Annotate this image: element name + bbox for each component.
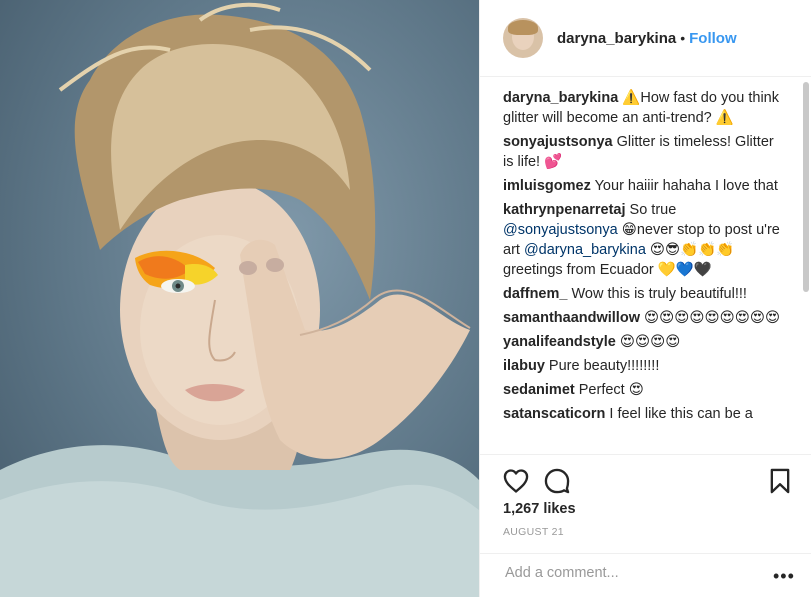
comment-username[interactable]: sedanimet — [503, 382, 575, 398]
comments-list: daryna_barykina ⚠️How fast do you think … — [503, 88, 786, 454]
photo-illustration — [0, 2, 479, 597]
comment-username[interactable]: yanalifeandstyle — [503, 334, 616, 350]
post-photo[interactable] — [0, 0, 479, 597]
comment-item: sonyajustsonya Glitter is timeless! Glit… — [503, 132, 786, 172]
bookmark-icon[interactable] — [766, 467, 794, 495]
comment-text: Perfect 😍 — [574, 382, 644, 398]
comments-scrollbar[interactable] — [803, 78, 809, 454]
comment-text: 😍😍😍😍 — [615, 334, 681, 350]
separator-dot: • — [680, 30, 686, 46]
add-comment-input[interactable] — [503, 564, 767, 582]
scrollbar-thumb[interactable] — [803, 82, 809, 292]
comment-text: I feel like this can be a — [605, 406, 753, 422]
comment-text: Your haiiir hahaha I love that — [590, 178, 778, 194]
comment-username[interactable]: daryna_barykina — [503, 90, 618, 106]
comment-item: daffnem_ Wow this is truly beautiful!!! — [503, 284, 786, 304]
heart-icon[interactable] — [502, 467, 530, 495]
comment-text: 😍😍😍😍😍😍😍😍😍 — [639, 310, 781, 326]
comment-item: satanscaticorn I feel like this can be a — [503, 404, 786, 424]
comment-username[interactable]: samanthaandwillow — [503, 310, 640, 326]
follow-button[interactable]: Follow — [689, 30, 737, 47]
post-actions: 1,267 likes AUGUST 21 ••• — [480, 454, 811, 598]
comment-composer: ••• — [480, 553, 811, 599]
comment-username[interactable]: imluisgomez — [503, 178, 591, 194]
comment-username[interactable]: kathrynpenarretaj — [503, 202, 626, 218]
comment-item: kathrynpenarretaj So true @sonyajustsony… — [503, 200, 786, 280]
mention-link[interactable]: @daryna_barykina — [524, 242, 646, 258]
comment-text: Wow this is truly beautiful!!! — [567, 286, 747, 302]
mention-link[interactable]: @sonyajustsonya — [503, 222, 618, 238]
header-username[interactable]: daryna_barykina — [557, 30, 676, 47]
comment-item: ilabuy Pure beauty!!!!!!!! — [503, 356, 786, 376]
post-date: AUGUST 21 — [503, 526, 564, 538]
post-sidebar: daryna_barykina • Follow daryna_barykina… — [479, 0, 811, 597]
post-header: daryna_barykina • Follow — [480, 0, 811, 77]
avatar[interactable] — [503, 18, 543, 58]
comment-username[interactable]: daffnem_ — [503, 286, 567, 302]
comment-username[interactable]: satanscaticorn — [503, 406, 605, 422]
comment-text: Pure beauty!!!!!!!! — [544, 358, 660, 374]
comment-item: yanalifeandstyle 😍😍😍😍 — [503, 332, 786, 352]
instagram-post: daryna_barykina • Follow daryna_barykina… — [0, 0, 811, 597]
comment-username[interactable]: ilabuy — [503, 358, 545, 374]
comment-item: sedanimet Perfect 😍 — [503, 380, 786, 400]
comment-icon[interactable] — [543, 467, 571, 495]
likes-count[interactable]: 1,267 likes — [503, 501, 576, 517]
more-options-icon[interactable]: ••• — [773, 566, 795, 586]
comment-text: So true — [625, 202, 677, 218]
comment-item: samanthaandwillow 😍😍😍😍😍😍😍😍😍 — [503, 308, 786, 328]
comment-username[interactable]: sonyajustsonya — [503, 134, 613, 150]
comment-item: imluisgomez Your haiiir hahaha I love th… — [503, 176, 786, 196]
comment-item: daryna_barykina ⚠️How fast do you think … — [503, 88, 786, 128]
